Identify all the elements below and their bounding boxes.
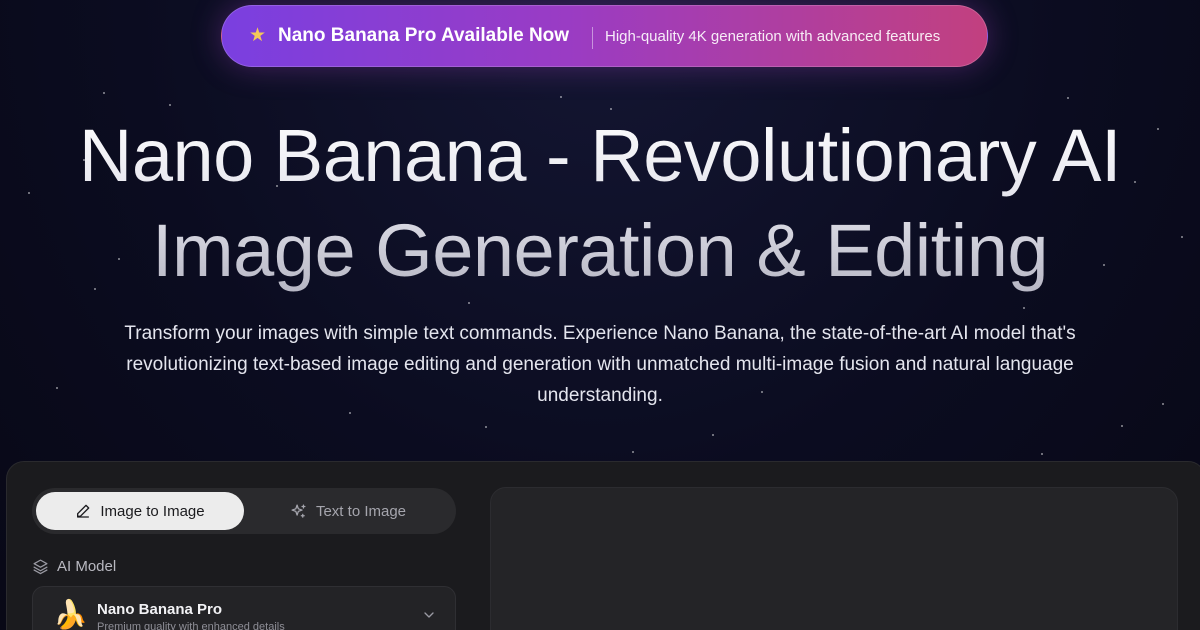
layers-icon xyxy=(33,558,48,574)
sparkles-icon xyxy=(291,503,306,518)
pencil-icon xyxy=(77,504,90,518)
hero-title: Nano Banana - Revolutionary AI Image Gen… xyxy=(0,108,1200,298)
mode-toggle: Image to Image Text to Image xyxy=(32,488,456,534)
tab-image-to-image[interactable]: Image to Image xyxy=(36,492,244,530)
tab-text-to-image[interactable]: Text to Image xyxy=(244,492,452,530)
ai-model-label: AI Model xyxy=(32,556,116,576)
ai-model-label-text: AI Model xyxy=(57,557,117,575)
star-icon: ★ xyxy=(249,25,267,46)
announcement-subtitle: High-quality 4K generation with advanced… xyxy=(605,28,941,45)
chevron-down-icon xyxy=(424,612,434,618)
model-name: Nano Banana Pro xyxy=(97,601,223,618)
announcement-title: Nano Banana Pro Available Now xyxy=(278,25,570,46)
model-description: Premium quality with enhanced details xyxy=(97,621,285,630)
banana-icon: 🍌 xyxy=(53,599,88,630)
announcement-banner[interactable]: Nano Banana Pro Available Now High-quali… xyxy=(221,5,988,67)
model-select-dropdown[interactable]: 🍌 Nano Banana Pro Premium quality with e… xyxy=(32,586,456,630)
tab-text-to-image-label: Text to Image xyxy=(315,502,407,520)
tab-image-to-image-label: Image to Image xyxy=(100,502,205,520)
hero-title-line-1: Nano Banana - Revolutionary AI xyxy=(78,114,1122,197)
hero-description: Transform your images with simple text c… xyxy=(124,323,1076,406)
announcement-divider xyxy=(592,27,593,49)
hero-title-line-2: Image Generation & Editing xyxy=(151,209,1049,292)
page: Nano Banana Pro Available Now High-quali… xyxy=(0,0,1200,630)
output-preview-area xyxy=(490,487,1178,630)
